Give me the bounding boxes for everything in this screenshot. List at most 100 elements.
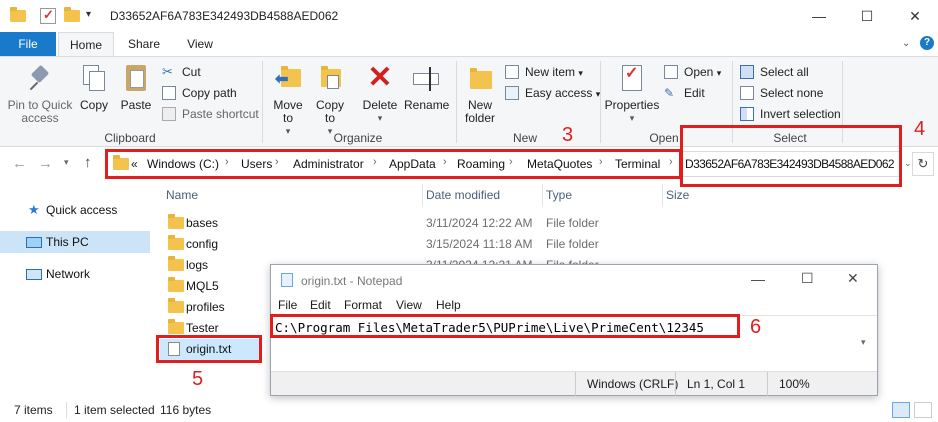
notepad-menu-view[interactable]: View [396,298,422,312]
annotation-box-path-text [270,314,740,338]
tab-share[interactable]: Share [120,32,168,56]
tab-view[interactable]: View [176,32,224,56]
file-name: bases [186,216,219,230]
annotation-box-folder-id [680,125,902,187]
forward-arrow-icon[interactable]: → [38,155,53,172]
notepad-menu-file[interactable]: File [278,298,297,312]
file-type: File folder [546,237,599,251]
table-row[interactable]: config 3/15/2024 11:18 AM File folder [160,234,600,255]
column-divider[interactable] [662,184,663,206]
large-icons-view-icon[interactable] [914,402,932,418]
invert-selection-button[interactable]: Invert selection [740,105,841,123]
column-header-name[interactable]: Name [166,188,198,202]
expand-ribbon-icon[interactable]: ⌄ [902,38,910,49]
ribbon-divider [600,61,601,143]
nav-quick-access[interactable]: ★ Quick access [0,199,150,221]
details-view-icon[interactable] [892,402,910,418]
notepad-zoom: 100% [779,377,810,391]
new-folder-qa-icon[interactable] [64,7,80,24]
ribbon-tabs: File Home Share View ⌄ ? [0,32,938,56]
properties-button[interactable]: ✓ Properties ▾ [604,61,660,125]
cut-button[interactable]: ✂ Cut [162,63,201,81]
scissors-icon: ✂ [162,64,173,79]
tab-home[interactable]: Home [58,32,114,56]
copy-path-icon [162,86,176,100]
notepad-maximize-button[interactable]: ☐ [801,270,814,287]
column-header-size[interactable]: Size [666,188,689,202]
status-divider [767,372,768,396]
status-divider [675,372,676,396]
status-divider [66,402,67,418]
nav-network[interactable]: Network [0,263,150,285]
table-row[interactable]: bases 3/11/2024 12:22 AM File folder [160,213,600,234]
computer-icon [26,237,42,248]
folder-icon [168,256,184,271]
annotation-number-5: 5 [192,368,204,390]
paste-shortcut-button[interactable]: Paste shortcut [162,105,259,123]
chevron-down-icon[interactable]: ▾ [86,9,102,25]
properties-qa-icon[interactable]: ✓ [40,7,56,24]
group-label-new: New [512,131,537,145]
open-icon [664,65,678,79]
notepad-minimize-button[interactable]: — [751,271,765,287]
tab-file[interactable]: File [0,32,56,56]
column-divider[interactable] [422,184,423,206]
file-name: profiles [186,300,225,314]
notepad-menu-edit[interactable]: Edit [310,298,331,312]
column-header-type[interactable]: Type [546,188,572,202]
copy-button[interactable]: Copy [76,61,112,112]
paste-icon [121,61,151,95]
notepad-close-button[interactable]: ✕ [847,270,859,287]
status-divider [575,372,576,396]
notepad-menu-help[interactable]: Help [436,298,461,312]
open-button[interactable]: Open ▾ [664,63,721,81]
folder-icon [168,298,184,313]
group-label-open: Open [649,131,679,145]
maximize-button[interactable]: ☐ [844,0,890,32]
close-button[interactable]: ✕ [892,0,938,32]
folder-icon [168,235,184,250]
select-none-button[interactable]: Select none [740,84,823,102]
select-all-icon [740,65,754,79]
move-to-icon: ⬅ [273,61,303,95]
notepad-encoding: Windows (CRLF) [587,377,679,391]
back-arrow-icon[interactable]: ← [12,155,27,172]
ribbon-divider [262,61,263,143]
up-arrow-icon[interactable]: ↑ [84,154,92,171]
pin-quick-access-button[interactable]: Pin to Quick access [4,61,76,125]
rename-button[interactable]: Rename [404,61,449,112]
copy-path-button[interactable]: Copy path [162,84,237,102]
nav-this-pc[interactable]: This PC [0,231,150,253]
new-item-button[interactable]: New item ▾ [505,63,583,81]
copy-to-button[interactable]: Copy to ▾ [310,61,350,138]
move-to-button[interactable]: ⬅ Move to ▾ [268,61,308,138]
folder-icon [168,319,184,334]
select-none-icon [740,86,754,100]
refresh-icon[interactable]: ↻ [912,152,934,176]
column-header-date[interactable]: Date modified [426,188,500,202]
status-size: 116 bytes [160,403,212,417]
easy-access-button[interactable]: Easy access ▾ [505,84,600,102]
minimize-button[interactable]: — [796,0,842,32]
star-icon: ★ [28,202,40,217]
invert-selection-icon [740,107,754,121]
notepad-title: origin.txt - Notepad [301,274,403,288]
new-folder-button[interactable]: New folder [460,61,500,125]
select-all-button[interactable]: Select all [740,63,809,81]
notepad-menu-format[interactable]: Format [344,298,382,312]
edit-button[interactable]: ✎ Edit [664,84,705,102]
scroll-arrow-icon[interactable]: ▾ [861,337,866,348]
chevron-down-icon: ▾ [377,113,383,123]
address-dropdown-icon[interactable]: ⌄ [904,158,912,169]
recent-locations-icon[interactable]: ▾ [64,157,69,168]
paste-button[interactable]: Paste [116,61,156,112]
delete-button[interactable]: ✕ Delete ▾ [358,61,402,125]
notepad-icon [281,273,293,287]
ribbon-divider [456,61,457,143]
group-label-organize: Organize [333,131,383,145]
help-icon[interactable]: ? [920,36,934,50]
column-divider[interactable] [542,184,543,206]
copy-to-icon [315,61,345,95]
rename-icon [411,61,441,95]
title-bar: ✓ ▾ D33652AF6A783E342493DB4588AED062 — ☐… [0,0,938,32]
